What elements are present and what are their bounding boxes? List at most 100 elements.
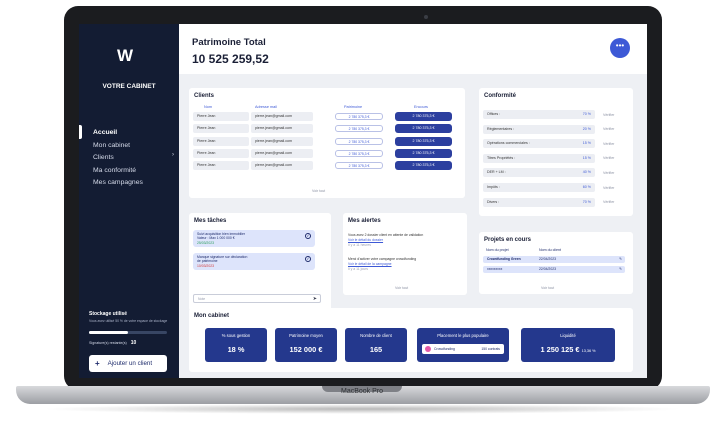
sidebar-item-mon-cabinet[interactable]: Mon cabinet bbox=[93, 140, 143, 153]
signatures-remaining: Signature(s) restante(s) 10 bbox=[89, 340, 136, 346]
clients-card: Clients Nom Adresse mail Patrimoine Enco… bbox=[189, 88, 465, 198]
sidebar: W VOTRE CABINET Accueil Mon cabinet Clie… bbox=[79, 24, 179, 378]
verify-link[interactable]: Vérifier bbox=[603, 113, 614, 117]
kpi-value: 1 250 125 € bbox=[540, 345, 580, 354]
clients-title: Clients bbox=[194, 93, 215, 99]
signatures-value: 10 bbox=[130, 340, 137, 346]
more-options-icon[interactable]: ••• bbox=[610, 38, 630, 58]
table-row[interactable]: Pierre Jean pierre.jean@gmail.com 2 780 37… bbox=[193, 124, 461, 134]
projets-see-all-link[interactable]: Voir tout bbox=[541, 286, 554, 290]
kpi-value: 152 000 € bbox=[289, 345, 323, 354]
projet-name: xxxxxxxxx bbox=[487, 267, 503, 271]
send-icon[interactable]: ➤ bbox=[313, 295, 317, 303]
add-client-button[interactable]: + Ajouter un client bbox=[89, 355, 167, 372]
conformite-pct: 20 % bbox=[582, 126, 591, 131]
verify-link[interactable]: Vérifier bbox=[603, 171, 614, 175]
plus-icon: + bbox=[95, 359, 100, 368]
conformite-title: Conformité bbox=[484, 93, 516, 99]
sidebar-item-clients[interactable]: Clients bbox=[93, 152, 143, 165]
client-name: Pierre Jean bbox=[193, 124, 249, 134]
conformite-row: DER + LM : 40 % bbox=[483, 168, 595, 178]
conformite-label: Divers : bbox=[487, 199, 500, 204]
conformite-row: Impôts : 60 % bbox=[483, 183, 595, 192]
sidebar-item-conformite[interactable]: Ma conformité bbox=[93, 165, 143, 178]
conformite-pct: 70 % bbox=[582, 112, 591, 116]
storage-subtitle: Vous avez utilisé 50 % de votre espace d… bbox=[89, 319, 168, 323]
conformite-pct: 15 % bbox=[582, 155, 591, 160]
projets-card: Projets en cours Nom du projet Nom du cl… bbox=[479, 232, 633, 294]
edit-icon[interactable]: ✎ bbox=[619, 266, 622, 273]
client-encours: 2 780 375,3 € bbox=[395, 161, 452, 171]
conformite-pct: 40 % bbox=[582, 170, 591, 175]
kpi-placement-populaire: Placement le plus populaire Crowdfunding… bbox=[417, 328, 509, 362]
client-email: pierre.jean@gmail.com bbox=[251, 161, 313, 171]
table-row[interactable]: Pierre Jean pierre.jean@gmail.com 2 780 37… bbox=[193, 161, 461, 171]
camera bbox=[424, 15, 428, 19]
conformite-row: Titres Propriétés : 15 % bbox=[483, 153, 595, 163]
client-encours: 2 780 375,3 € bbox=[395, 112, 452, 121]
sidebar-item-campagnes[interactable]: Mes campagnes bbox=[93, 177, 143, 190]
col-nom: Nom bbox=[204, 105, 213, 109]
conformite-row: Opérations commerciales : 15 % bbox=[483, 139, 595, 149]
page-title: Patrimoine Total bbox=[192, 37, 266, 48]
storage-bar-fill bbox=[89, 331, 128, 334]
alert-item[interactable]: Merci d'activer votre campagne crowdfund… bbox=[348, 257, 456, 272]
laptop-mockup: MacBook Pro W VOTRE CABINET Accueil Mon … bbox=[0, 0, 724, 448]
client-encours: 2 780 375,3 € bbox=[395, 124, 452, 134]
verify-link[interactable]: Vérifier bbox=[603, 127, 614, 131]
table-row[interactable]: Pierre Jean pierre.jean@gmail.com 2 780 37… bbox=[193, 148, 461, 158]
verify-link[interactable]: Vérifier bbox=[603, 200, 614, 204]
storage-bar bbox=[89, 331, 167, 334]
chevron-right-icon[interactable]: › bbox=[172, 152, 174, 158]
task-item[interactable]: Suivi acquisition bien immobilier Valeur… bbox=[193, 230, 315, 248]
projet-row[interactable]: xxxxxxxxx 22/04/2023 ✎ bbox=[483, 266, 625, 273]
client-patrimoine: 2 780 375,3 € bbox=[335, 149, 383, 157]
verify-link[interactable]: Vérifier bbox=[603, 156, 614, 160]
active-nav-indicator bbox=[79, 125, 82, 139]
client-email: pierre.jean@gmail.com bbox=[251, 148, 313, 158]
conformite-pct: 70 % bbox=[582, 199, 591, 204]
taches-title: Mes tâches bbox=[194, 218, 227, 224]
conformite-label: Réglementaires : bbox=[487, 126, 515, 131]
sidebar-item-accueil[interactable]: Accueil bbox=[93, 127, 143, 140]
sidebar-nav: Accueil Mon cabinet Clients Ma conformit… bbox=[93, 127, 143, 190]
table-row[interactable]: Pierre Jean pierre.jean@gmail.com 2 780 37… bbox=[193, 112, 461, 121]
task-date: 25/03/2023 bbox=[197, 240, 214, 245]
alertes-see-all-link[interactable]: Voir tout bbox=[395, 286, 408, 290]
cabinet-card: Mon cabinet % sous gestion 18 % Patrimoi… bbox=[189, 308, 633, 372]
col-mail: Adresse mail bbox=[255, 105, 277, 109]
conformite-row: Divers : 70 % bbox=[483, 197, 595, 207]
check-circle-icon[interactable]: ✓ bbox=[305, 233, 311, 239]
task-date: 10/03/2023 bbox=[197, 263, 214, 268]
popular-count: 150 contrats bbox=[481, 347, 500, 351]
col-encours: Encours bbox=[414, 105, 428, 109]
signatures-label: Signature(s) restante(s) bbox=[89, 341, 127, 345]
cabinet-title: Mon cabinet bbox=[194, 313, 230, 319]
kpi-value: 18 % bbox=[227, 345, 245, 354]
kpi-sous-gestion: % sous gestion 18 % bbox=[205, 328, 267, 362]
alert-item[interactable]: Vous avez 2 dossier client en attente de… bbox=[348, 233, 456, 248]
kpi-label: Patrimoine moyen bbox=[289, 333, 323, 338]
client-encours: 2 780 375,3 € bbox=[395, 136, 452, 146]
kpi-liquidite: Liquidité 1 250 125 € 13,36 % bbox=[521, 328, 615, 362]
verify-link[interactable]: Vérifier bbox=[603, 186, 614, 190]
kpi-label: Liquidité bbox=[560, 333, 576, 338]
conformite-card: Conformité Offices : 70 % Vérifier Réglemen… bbox=[479, 88, 633, 216]
note-input[interactable]: Note ➤ bbox=[193, 294, 321, 303]
verify-link[interactable]: Vérifier bbox=[603, 142, 614, 146]
edit-icon[interactable]: ✎ bbox=[619, 256, 622, 263]
popular-detail: Crowdfunding 150 contrats bbox=[422, 344, 504, 354]
header: Patrimoine Total 10 525 259,52 ••• bbox=[179, 24, 647, 74]
col-patrimoine: Patrimoine bbox=[344, 105, 363, 109]
table-row[interactable]: Pierre Jean pierre.jean@gmail.com 2 780 37… bbox=[193, 136, 461, 146]
clients-see-all-link[interactable]: Voir tout bbox=[312, 189, 325, 193]
projet-row[interactable]: Crowdfunding Green 22/04/2023 ✎ bbox=[483, 256, 625, 263]
laptop-shadow bbox=[40, 404, 684, 414]
alertes-card: Mes alertes Vous avez 2 dossier client e… bbox=[343, 213, 467, 295]
client-name: Pierre Jean bbox=[193, 148, 249, 158]
task-item[interactable]: Manque signature sur déclaration de patr… bbox=[193, 253, 315, 271]
check-circle-icon[interactable]: ✓ bbox=[305, 256, 311, 262]
conformite-label: Opérations commerciales : bbox=[487, 141, 530, 146]
client-encours: 2 780 375,3 € bbox=[395, 148, 452, 158]
kpi-label: Nombre de client bbox=[360, 333, 392, 338]
